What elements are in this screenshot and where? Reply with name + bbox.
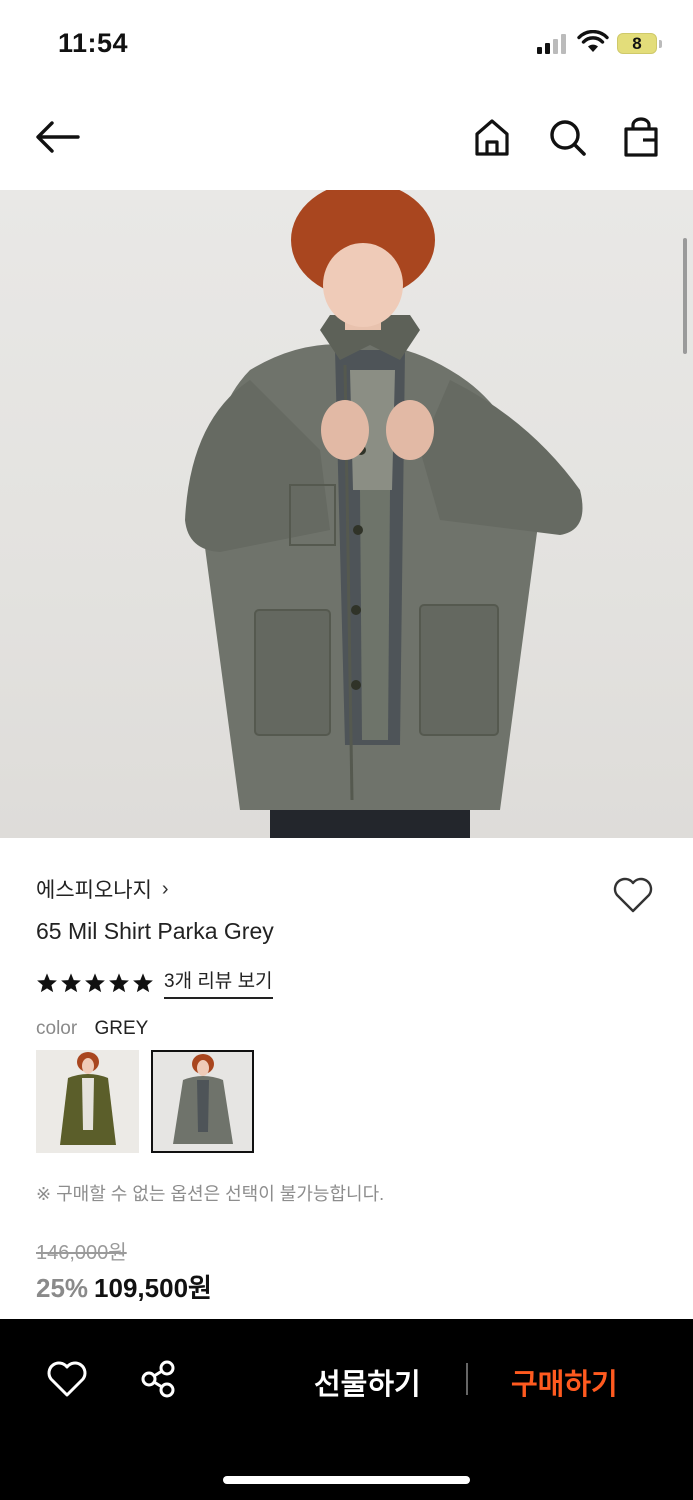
wifi-icon: [577, 30, 609, 52]
star-icon: [133, 972, 153, 992]
product-name: 65 Mil Shirt Parka Grey: [36, 918, 274, 944]
bottom-action-bar: 선물하기 구매하기: [0, 1319, 693, 1500]
option-notice: ※ 구매할 수 없는 옵션은 선택이 불가능합니다.: [36, 1184, 385, 1204]
brand-link[interactable]: 에스피오나지 ›: [36, 874, 169, 904]
arrow-left-icon[interactable]: [34, 118, 80, 156]
gift-button[interactable]: 선물하기: [314, 1361, 421, 1403]
discount-rate: 25%: [36, 1273, 89, 1303]
share-icon[interactable]: [138, 1359, 180, 1399]
product-photo: [185, 190, 583, 838]
battery-icon: 8: [617, 33, 657, 54]
search-icon[interactable]: [547, 116, 587, 158]
divider: [466, 1363, 468, 1395]
buy-button[interactable]: 구매하기: [511, 1361, 618, 1403]
swatch-olive[interactable]: [36, 1050, 139, 1153]
status-time: 11:54: [58, 28, 129, 58]
battery-tip: [659, 40, 662, 48]
home-indicator: [223, 1476, 470, 1484]
rating-row: 3개 리뷰 보기: [36, 966, 273, 999]
swatch-grey-thumb: [173, 1054, 233, 1144]
color-value: GREY: [94, 1018, 149, 1039]
sale-price: 109,500원: [94, 1273, 212, 1303]
star-icon: [109, 972, 129, 992]
shopping-bag-icon[interactable]: [621, 116, 661, 158]
home-icon[interactable]: [472, 116, 512, 158]
swatch-olive-thumb: [60, 1052, 116, 1145]
swatch-grey[interactable]: [151, 1050, 254, 1153]
star-icon: [85, 972, 105, 992]
rating-stars: [36, 972, 154, 994]
star-icon: [37, 972, 57, 992]
battery-level: 8: [632, 33, 642, 53]
product-image[interactable]: [0, 190, 693, 838]
star-icon: [61, 972, 81, 992]
brand-name: 에스피오나지: [36, 879, 152, 902]
image-scroll-indicator: [683, 238, 687, 354]
color-swatches: [36, 1050, 254, 1153]
chevron-right-icon: ›: [161, 877, 169, 900]
cellular-signal-icon: [537, 34, 569, 54]
original-price: 146,000원: [36, 1242, 127, 1264]
heart-icon[interactable]: [46, 1359, 88, 1399]
color-row: color GREY: [36, 1018, 148, 1040]
color-label: color: [36, 1018, 78, 1039]
heart-icon[interactable]: [612, 876, 654, 914]
review-link[interactable]: 3개 리뷰 보기: [164, 966, 273, 999]
price-row: 25% 109,500원: [36, 1268, 212, 1305]
top-nav: [0, 100, 693, 176]
status-bar: 11:54 8: [0, 0, 693, 88]
